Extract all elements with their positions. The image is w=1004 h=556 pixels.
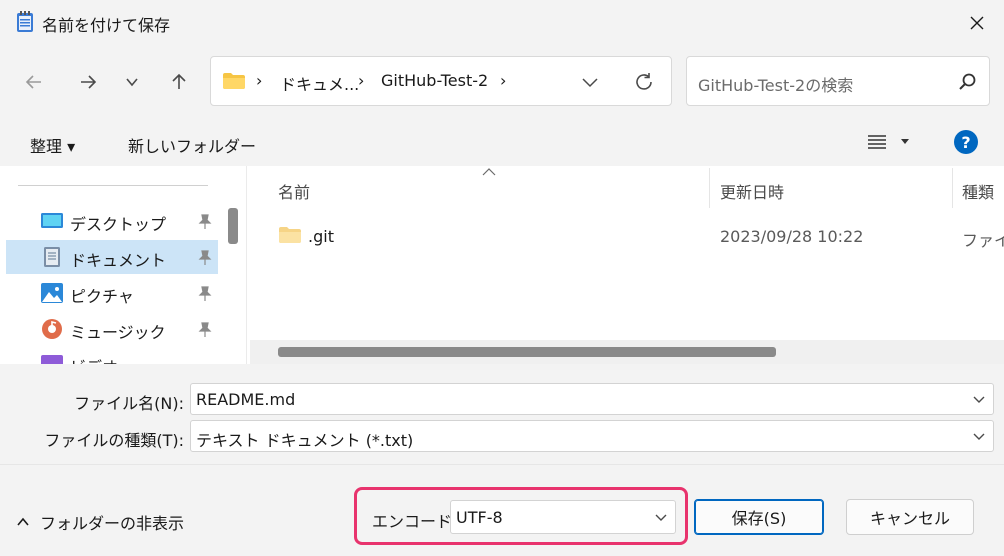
column-divider[interactable] (952, 168, 953, 208)
sidebar-item-label: ビデオ (70, 354, 118, 364)
up-button[interactable] (163, 66, 195, 98)
sidebar-scrollbar[interactable] (226, 176, 238, 366)
chevron-down-icon (582, 78, 598, 88)
music-icon (42, 319, 62, 339)
list-view-icon (868, 135, 886, 149)
column-divider[interactable] (709, 168, 710, 208)
folder-icon (223, 73, 245, 89)
close-icon (970, 16, 984, 30)
refresh-icon (636, 73, 652, 90)
organize-button[interactable]: 整理 ▾ (30, 133, 75, 157)
chevron-down-icon (126, 78, 138, 87)
encoding-value: UTF-8 (456, 508, 503, 527)
sidebar-item-label: ドキュメント (70, 251, 167, 270)
chevron-up-icon (17, 517, 29, 526)
address-history-button[interactable] (574, 66, 606, 98)
breadcrumb-separator: › (358, 71, 365, 90)
sidebar-scroll-thumb[interactable] (228, 208, 238, 244)
filename-value[interactable]: README.md (196, 390, 295, 409)
column-type[interactable]: 種類 (962, 179, 1004, 203)
notepad-icon (17, 11, 33, 32)
breadcrumb-separator: › (500, 71, 507, 90)
horizontal-scroll-thumb[interactable] (278, 347, 776, 357)
chevron-down-icon[interactable] (972, 392, 986, 406)
folder-icon (279, 227, 301, 243)
pictures-icon (41, 283, 63, 303)
column-name[interactable]: 名前 (278, 179, 310, 203)
pin-icon[interactable] (198, 322, 212, 338)
view-options-button[interactable] (866, 134, 910, 150)
encoding-label: エンコード: (372, 512, 458, 531)
filename-label: ファイル名(N): (74, 394, 184, 413)
recent-locations-button[interactable] (116, 66, 148, 98)
arrow-right-icon (81, 75, 97, 89)
back-button[interactable] (18, 66, 50, 98)
search-input[interactable]: GitHub-Test-2の検索 (698, 72, 853, 96)
sidebar-item-label: ミュージック (70, 323, 166, 342)
new-folder-button[interactable]: 新しいフォルダー (128, 133, 256, 157)
filename-field[interactable] (190, 383, 994, 415)
save-button[interactable]: 保存(S) (694, 499, 824, 535)
sort-ascending-icon (482, 168, 496, 176)
pin-icon[interactable] (198, 214, 212, 230)
refresh-button[interactable] (628, 66, 660, 98)
pin-icon[interactable] (198, 250, 212, 266)
sidebar-item-videos[interactable]: ビデオ (0, 348, 246, 364)
help-icon[interactable]: ? (954, 130, 978, 154)
filetype-label: ファイルの種類(T): (44, 431, 184, 450)
breadcrumb-current[interactable]: GitHub-Test-2 (381, 71, 488, 90)
sidebar-item-label: ピクチャ (70, 287, 134, 306)
filetype-value: テキスト ドキュメント (*.txt) (196, 431, 414, 450)
cancel-button[interactable]: キャンセル (846, 499, 974, 535)
caret-down-icon (901, 139, 909, 144)
desktop-icon (41, 213, 63, 228)
arrow-left-icon (25, 75, 41, 89)
close-button[interactable] (960, 8, 994, 38)
file-modified: 2023/09/28 10:22 (720, 227, 864, 246)
column-modified[interactable]: 更新日時 (720, 179, 784, 203)
hide-folders-label: フォルダーの非表示 (40, 514, 185, 533)
search-icon (959, 73, 976, 90)
chevron-down-icon[interactable] (654, 510, 668, 524)
sidebar-item-label: デスクトップ (70, 215, 167, 234)
pin-icon[interactable] (198, 286, 212, 302)
breadcrumb-separator: › (256, 71, 263, 90)
documents-icon (44, 247, 60, 267)
file-name[interactable]: .git (308, 227, 334, 246)
pane-separator[interactable] (246, 166, 247, 364)
videos-icon (41, 355, 63, 364)
chevron-down-icon[interactable] (972, 429, 986, 443)
forward-button[interactable] (72, 66, 104, 98)
breadcrumb-documents[interactable]: ドキュメ... (280, 71, 359, 95)
arrow-up-icon (172, 73, 186, 89)
window-title: 名前を付けて保存 (42, 16, 171, 35)
nav-pane-divider (18, 185, 208, 186)
hide-folders-button[interactable]: フォルダーの非表示 (16, 510, 184, 534)
file-type: ファイル (962, 231, 1004, 250)
